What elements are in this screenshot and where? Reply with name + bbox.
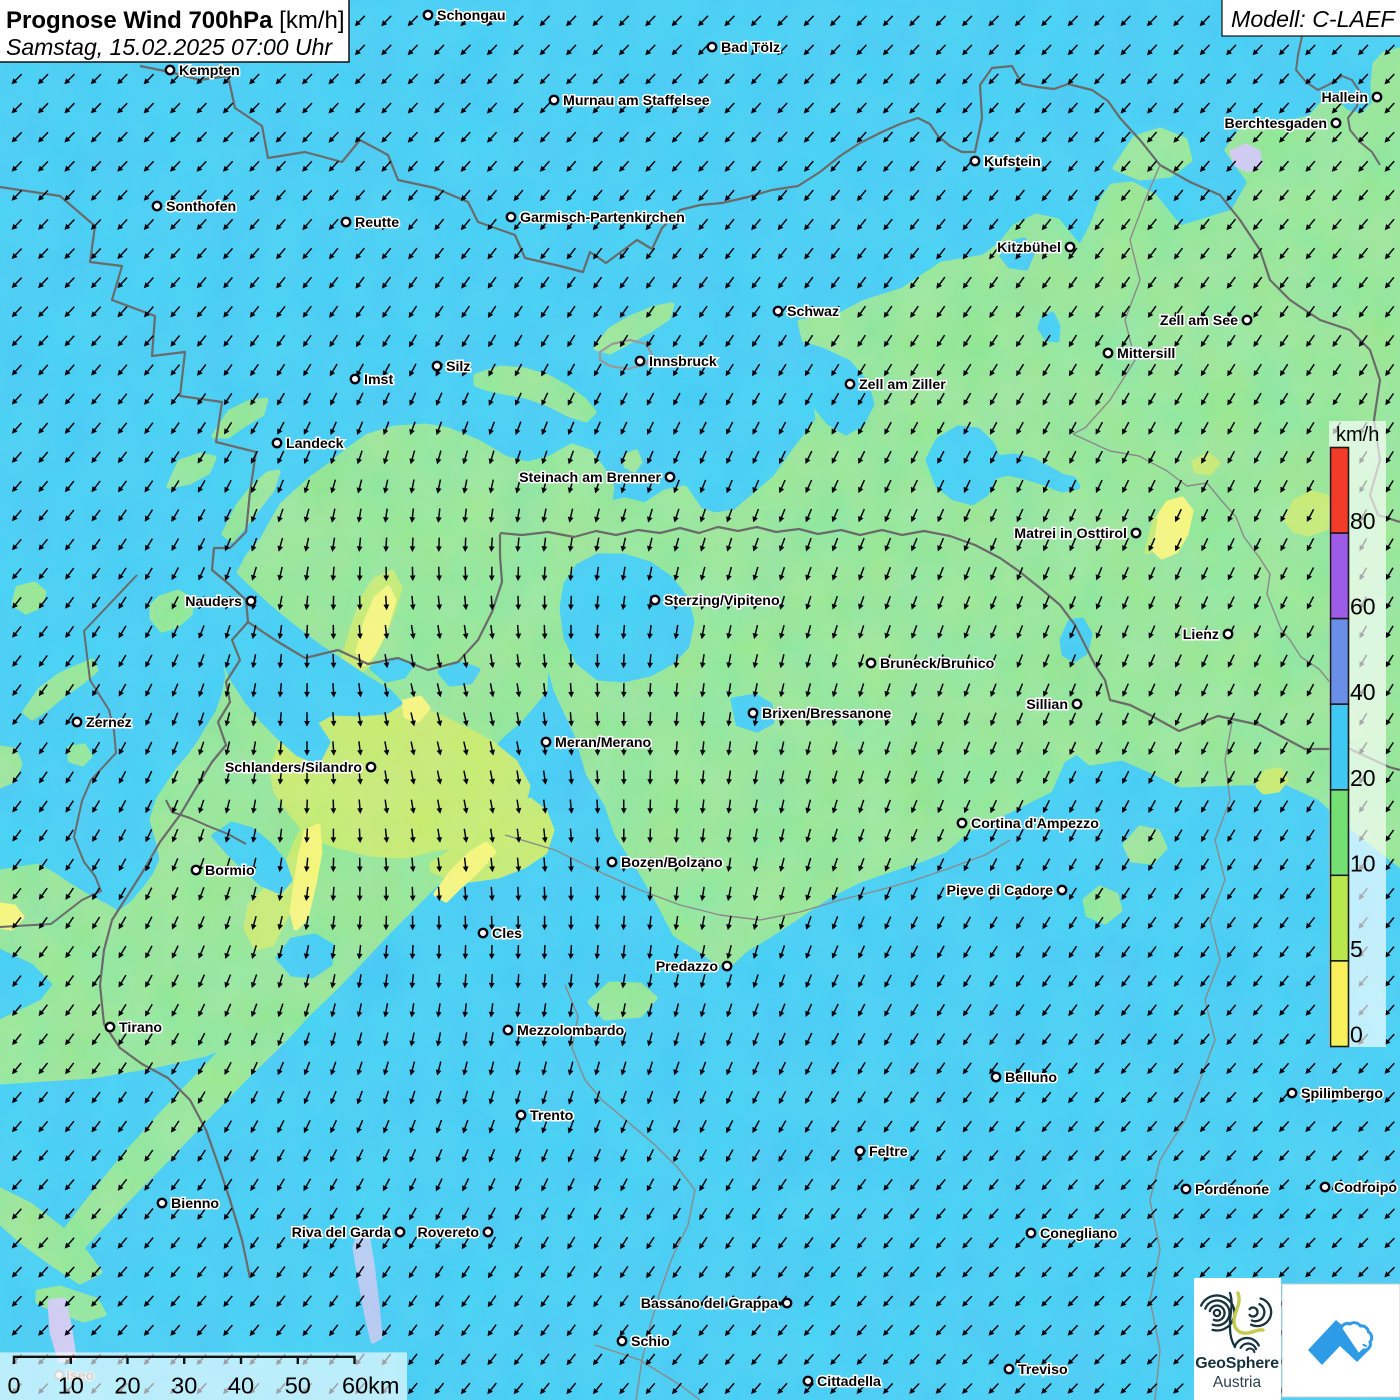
svg-text:0: 0 bbox=[1350, 1022, 1363, 1048]
svg-text:Austria: Austria bbox=[1213, 1374, 1262, 1391]
svg-text:Bozen/Bolzano: Bozen/Bolzano bbox=[621, 855, 723, 871]
svg-text:Trento: Trento bbox=[530, 1108, 574, 1124]
svg-text:Sterzing/Vipiteno: Sterzing/Vipiteno bbox=[664, 593, 780, 609]
svg-text:Reutte: Reutte bbox=[355, 215, 399, 231]
svg-text:Bruneck/Brunico: Bruneck/Brunico bbox=[880, 656, 995, 672]
svg-text:Hallein: Hallein bbox=[1321, 90, 1368, 106]
svg-text:80: 80 bbox=[1350, 508, 1376, 534]
svg-text:Schlanders/Silandro: Schlanders/Silandro bbox=[225, 760, 363, 776]
svg-text:Sillian: Sillian bbox=[1026, 697, 1068, 713]
svg-text:Schwaz: Schwaz bbox=[787, 304, 839, 320]
svg-text:Riva del Garda: Riva del Garda bbox=[292, 1225, 391, 1241]
svg-text:Prognose Wind 700hPa [km/h]: Prognose Wind 700hPa [km/h] bbox=[6, 7, 345, 34]
svg-text:Brixen/Bressanone: Brixen/Bressanone bbox=[762, 706, 891, 722]
svg-text:Bassano del Grappa: Bassano del Grappa bbox=[641, 1296, 778, 1312]
svg-text:50: 50 bbox=[285, 1373, 311, 1399]
svg-text:GeoSphere: GeoSphere bbox=[1195, 1355, 1279, 1372]
svg-text:Treviso: Treviso bbox=[1018, 1362, 1068, 1378]
svg-text:Bad Tölz: Bad Tölz bbox=[721, 40, 780, 56]
svg-text:Imst: Imst bbox=[364, 372, 393, 388]
svg-text:Pieve di Cadore: Pieve di Cadore bbox=[947, 883, 1054, 899]
svg-text:Kufstein: Kufstein bbox=[984, 154, 1041, 170]
svg-text:Mittersill: Mittersill bbox=[1117, 346, 1175, 362]
svg-text:Kempten: Kempten bbox=[179, 63, 240, 79]
svg-text:Zernez: Zernez bbox=[86, 715, 132, 731]
svg-text:Codroipo: Codroipo bbox=[1334, 1180, 1397, 1196]
svg-text:Feltre: Feltre bbox=[869, 1144, 908, 1160]
svg-text:Tirano: Tirano bbox=[119, 1020, 162, 1036]
svg-text:Silz: Silz bbox=[446, 359, 470, 375]
svg-text:Innsbruck: Innsbruck bbox=[649, 354, 717, 370]
svg-text:Sonthofen: Sonthofen bbox=[166, 199, 236, 215]
svg-text:40: 40 bbox=[228, 1373, 254, 1399]
svg-text:Meran/Merano: Meran/Merano bbox=[555, 735, 652, 751]
svg-text:0: 0 bbox=[7, 1373, 20, 1399]
svg-text:Zell am Ziller: Zell am Ziller bbox=[859, 377, 946, 393]
svg-text:40: 40 bbox=[1350, 679, 1376, 705]
svg-text:Rovereto: Rovereto bbox=[418, 1225, 480, 1241]
svg-text:30: 30 bbox=[171, 1373, 197, 1399]
svg-text:20: 20 bbox=[1350, 765, 1376, 791]
svg-text:km/h: km/h bbox=[1336, 424, 1379, 446]
svg-text:Predazzo: Predazzo bbox=[656, 959, 719, 975]
svg-text:Schio: Schio bbox=[631, 1334, 670, 1350]
svg-text:Nauders: Nauders bbox=[185, 594, 242, 610]
svg-text:Mezzolombardo: Mezzolombardo bbox=[517, 1023, 625, 1039]
svg-text:Zell am See: Zell am See bbox=[1160, 313, 1238, 329]
svg-text:10: 10 bbox=[58, 1373, 84, 1399]
svg-text:Cittadella: Cittadella bbox=[817, 1374, 881, 1390]
svg-text:Garmisch-Partenkirchen: Garmisch-Partenkirchen bbox=[520, 210, 685, 226]
svg-text:Landeck: Landeck bbox=[286, 436, 344, 452]
svg-text:Bormio: Bormio bbox=[205, 863, 255, 879]
svg-text:Conegliano: Conegliano bbox=[1040, 1226, 1118, 1242]
svg-text:20: 20 bbox=[114, 1373, 140, 1399]
svg-text:Schongau: Schongau bbox=[437, 8, 506, 24]
svg-text:Steinach am Brenner: Steinach am Brenner bbox=[519, 470, 661, 486]
svg-text:10: 10 bbox=[1350, 850, 1376, 876]
svg-text:Matrei in Osttirol: Matrei in Osttirol bbox=[1014, 526, 1127, 542]
svg-text:Cortina d'Ampezzo: Cortina d'Ampezzo bbox=[971, 816, 1099, 832]
svg-text:Pordenone: Pordenone bbox=[1195, 1182, 1269, 1198]
svg-text:Murnau am Staffelsee: Murnau am Staffelsee bbox=[563, 93, 710, 109]
svg-text:Samstag, 15.02.2025 07:00 Uhr: Samstag, 15.02.2025 07:00 Uhr bbox=[6, 34, 333, 60]
svg-text:Spilimbergo: Spilimbergo bbox=[1301, 1086, 1383, 1102]
svg-text:Bienno: Bienno bbox=[171, 1196, 219, 1212]
svg-text:Berchtesgaden: Berchtesgaden bbox=[1225, 116, 1328, 132]
svg-text:5: 5 bbox=[1350, 936, 1363, 962]
svg-text:60km: 60km bbox=[342, 1373, 399, 1399]
svg-text:Kitzbühel: Kitzbühel bbox=[997, 240, 1061, 256]
svg-text:Belluno: Belluno bbox=[1005, 1070, 1057, 1086]
svg-text:Cles: Cles bbox=[492, 926, 522, 942]
svg-text:60: 60 bbox=[1350, 594, 1376, 620]
svg-text:Lienz: Lienz bbox=[1183, 627, 1219, 643]
svg-text:Modell: C-LAEF: Modell: C-LAEF bbox=[1231, 6, 1396, 32]
